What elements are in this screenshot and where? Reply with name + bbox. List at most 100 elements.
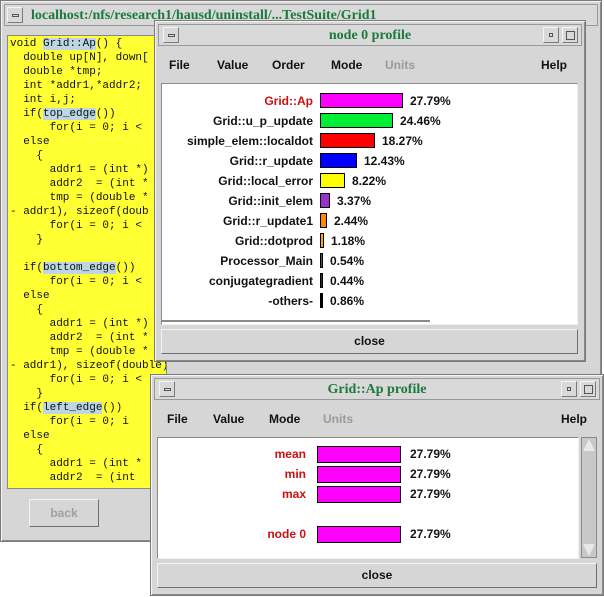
menu-file[interactable]: File (169, 58, 190, 72)
code-line: { (10, 444, 44, 456)
minimize-button[interactable] (561, 381, 577, 397)
code-line: } (10, 234, 44, 246)
window-menu-icon (12, 14, 19, 17)
highlighted-identifier[interactable]: top_edge (43, 108, 96, 120)
profile-bar[interactable] (320, 193, 330, 208)
function-label[interactable]: Grid::r_update (230, 154, 313, 168)
percent-label: 27.79% (410, 447, 451, 461)
function-label[interactable]: conjugategradient (209, 274, 313, 288)
profile-bar[interactable] (320, 113, 393, 128)
profile-bar[interactable] (320, 213, 327, 228)
highlighted-identifier[interactable]: Grid::Ap (43, 38, 96, 50)
source-code-view[interactable]: void Grid::Ap() { double up[N], down[ do… (7, 35, 167, 489)
code-line: else (10, 136, 50, 148)
ap-profile-title: Grid::Ap profile (327, 382, 427, 397)
ap-profile-close-button[interactable]: close (157, 563, 597, 588)
code-line: for(i = 0; i < (10, 220, 143, 232)
scroll-down-icon[interactable] (583, 544, 595, 556)
minimize-button[interactable] (543, 27, 559, 43)
function-label[interactable]: Grid::u_p_update (213, 114, 313, 128)
vertical-scrollbar[interactable] (581, 437, 597, 558)
code-line: for(i = 0; i < (10, 122, 143, 134)
stat-label: min (284, 467, 306, 481)
profile-bar[interactable] (320, 233, 324, 248)
function-label[interactable]: Grid::dotprod (235, 234, 313, 248)
code-line: } (10, 388, 44, 400)
ap-profile-titlebar[interactable]: Grid::Ap profile (154, 378, 600, 400)
code-line: for(i = 0; i (10, 416, 129, 428)
code-line: double *tmp; (10, 66, 103, 78)
code-line: addr2 = (int * (10, 332, 149, 344)
ap-profile-menubar: File Value Mode Units Help (155, 407, 599, 431)
profile-bar[interactable] (320, 133, 375, 148)
code-line: addr1 = (int *) (10, 164, 149, 176)
maximize-button[interactable] (562, 27, 578, 43)
code-line: if(left_edge()) (10, 402, 123, 414)
code-line: if(bottom_edge()) (10, 262, 136, 274)
node-profile-title: node 0 profile (328, 28, 412, 43)
profile-bar[interactable] (320, 93, 403, 108)
menu-units: Units (323, 412, 353, 426)
profile-bar[interactable] (320, 153, 357, 168)
menu-file[interactable]: File (167, 412, 188, 426)
highlighted-identifier[interactable]: bottom_edge (43, 262, 116, 274)
code-line: - addr1), sizeof(doub (10, 206, 149, 218)
menu-value[interactable]: Value (213, 412, 244, 426)
code-line: - addr1), sizeof(double)*N/sizeof(int)); (10, 360, 167, 372)
back-button[interactable]: back (29, 499, 99, 527)
function-label[interactable]: Grid::init_elem (228, 194, 313, 208)
code-line: for(i = 0; i < (10, 374, 143, 386)
profile-bar[interactable] (317, 446, 401, 463)
profile-bar[interactable] (320, 273, 323, 288)
menu-mode[interactable]: Mode (331, 58, 362, 72)
maximize-button[interactable] (580, 381, 596, 397)
window-menu-button[interactable] (7, 7, 23, 23)
highlighted-identifier[interactable]: left_edge (43, 402, 103, 414)
source-button-bar: back (7, 491, 167, 535)
code-line: int i,j; (10, 94, 77, 106)
percent-label: 27.79% (410, 94, 451, 108)
node-profile-menubar: File Value Order Mode Units Help (159, 53, 581, 77)
profile-bar[interactable] (320, 253, 323, 268)
code-line: tmp = (double * (10, 346, 149, 358)
menu-order[interactable]: Order (272, 58, 305, 72)
menu-help[interactable]: Help (561, 412, 587, 426)
profile-bar[interactable] (317, 466, 401, 483)
percent-label: 0.86% (330, 294, 365, 308)
node-profile-window: node 0 profile File Value Order Mode Units He… (154, 20, 586, 362)
percent-label: 8.22% (352, 174, 387, 188)
percent-label: 2.44% (334, 214, 369, 228)
code-line: void Grid::Ap() { (10, 38, 123, 50)
function-label[interactable]: Grid::Ap (264, 94, 313, 108)
node-profile-chart-panel: Grid::Ap 27.79% Grid::u_p_update 24.46% simp… (161, 83, 578, 325)
profile-bar[interactable] (320, 293, 323, 308)
function-label[interactable]: Grid::local_error (218, 174, 313, 188)
code-line: { (10, 150, 44, 162)
node-profile-titlebar[interactable]: node 0 profile (158, 24, 582, 46)
code-line: double up[N], down[ (10, 52, 149, 64)
code-line: else (10, 430, 50, 442)
profile-bar[interactable] (317, 486, 401, 503)
function-label[interactable]: Processor_Main (220, 254, 313, 268)
percent-label: 0.44% (330, 274, 365, 288)
node-profile-close-button[interactable]: close (161, 329, 578, 354)
menu-value[interactable]: Value (217, 58, 248, 72)
percent-label: 0.54% (330, 254, 365, 268)
function-label[interactable]: simple_elem::localdot (187, 134, 313, 148)
function-label[interactable]: Grid::r_update1 (223, 214, 313, 228)
percent-label: 27.79% (410, 527, 451, 541)
ap-profile-window: Grid::Ap profile File Value Mode Units Help … (150, 374, 604, 596)
menu-mode[interactable]: Mode (269, 412, 300, 426)
stat-label: mean (274, 447, 306, 461)
profile-bar[interactable] (317, 526, 401, 543)
code-line: if(top_edge()) (10, 108, 116, 120)
percent-label: 18.27% (382, 134, 423, 148)
stat-label: max (281, 487, 306, 501)
profile-bar[interactable] (320, 173, 345, 188)
ap-profile-chart-panel: mean 27.79% min 27.79% max 27.79% node 0 27.79% (157, 437, 579, 559)
minimize-icon (567, 387, 571, 391)
code-line: addr1 = (int *) (10, 318, 149, 330)
menu-help[interactable]: Help (541, 58, 567, 72)
function-label[interactable]: -others- (268, 294, 313, 308)
scroll-up-icon[interactable] (583, 439, 595, 451)
